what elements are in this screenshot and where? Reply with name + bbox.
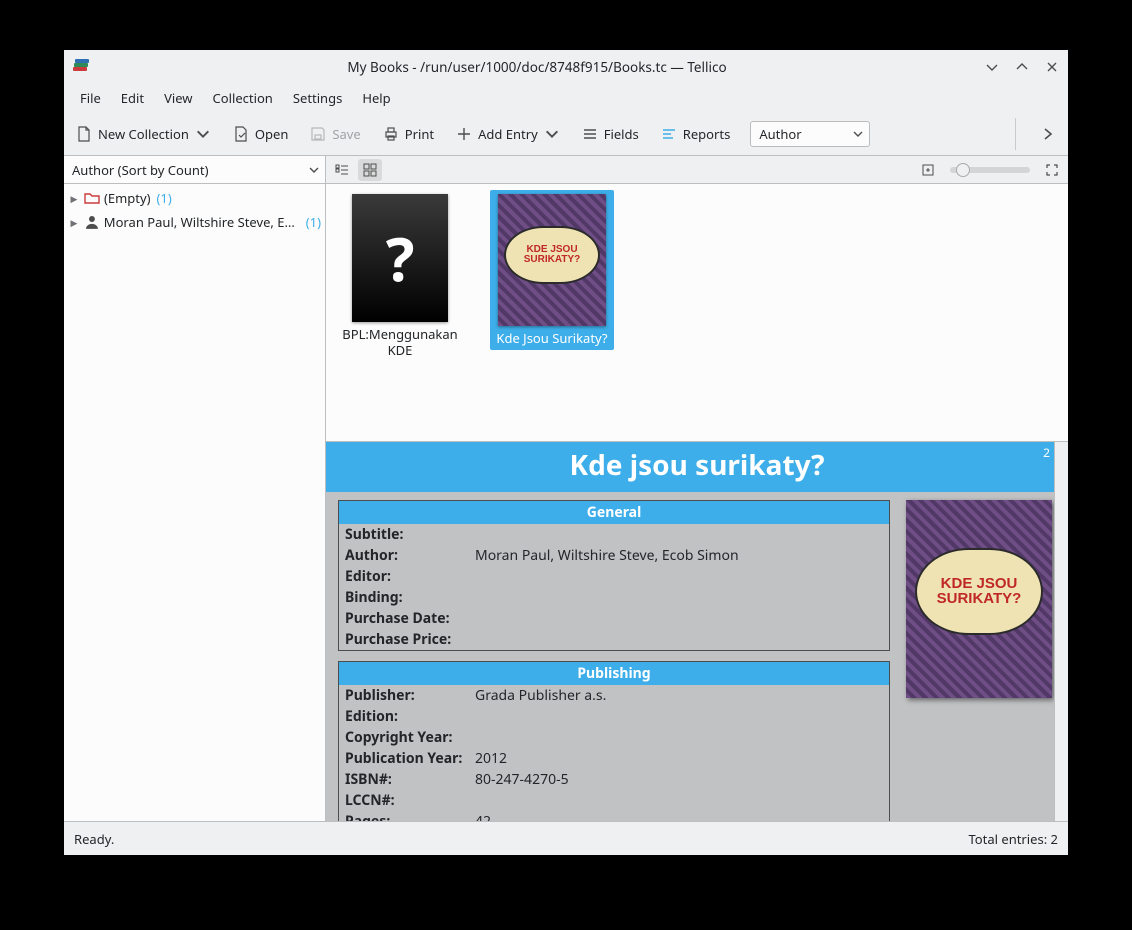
- list-icon: [582, 126, 598, 142]
- list-view-button[interactable]: [330, 159, 354, 181]
- gallery-item[interactable]: ? BPL:Menggunakan KDE: [338, 190, 462, 363]
- chevron-down-icon: [309, 165, 319, 175]
- menu-collection[interactable]: Collection: [203, 85, 283, 111]
- close-button[interactable]: [1044, 59, 1060, 75]
- zoom-full-button[interactable]: [1040, 159, 1064, 181]
- main-pane: ? BPL:Menggunakan KDE KDE JSOU SURIKATY?…: [326, 156, 1068, 821]
- print-icon: [383, 126, 399, 142]
- chevron-down-icon: [195, 126, 211, 142]
- gallery-item-caption: BPL:Menggunakan KDE: [342, 326, 458, 359]
- add-entry-button[interactable]: Add Entry: [454, 121, 562, 147]
- maximize-button[interactable]: [1014, 59, 1030, 75]
- folder-icon: [84, 190, 100, 206]
- fields-button[interactable]: Fields: [580, 121, 641, 147]
- menu-edit[interactable]: Edit: [111, 85, 154, 111]
- status-text: Ready.: [74, 830, 114, 848]
- gallery-item-caption: Kde Jsou Surikaty?: [496, 330, 607, 346]
- menu-help[interactable]: Help: [352, 85, 400, 111]
- icon-view-button[interactable]: [358, 159, 382, 181]
- new-collection-button[interactable]: New Collection: [74, 121, 213, 147]
- expander-icon[interactable]: ▶: [68, 192, 80, 205]
- entry-detail-pane: Kde jsou surikaty? 2 General Subtitle: A…: [326, 442, 1068, 821]
- detail-title: Kde jsou surikaty?: [326, 442, 1068, 492]
- open-button[interactable]: Open: [231, 121, 291, 147]
- document-new-icon: [76, 126, 92, 142]
- gallery-item-selected[interactable]: KDE JSOU SURIKATY? Kde Jsou Surikaty?: [490, 190, 614, 350]
- document-open-icon: [233, 126, 249, 142]
- app-icon: [72, 58, 90, 76]
- toolbar: New Collection Open Save Print Add Entry…: [64, 112, 1068, 156]
- menubar: File Edit View Collection Settings Help: [64, 84, 1068, 112]
- view-toolbar: [326, 156, 1068, 184]
- detail-entry-id: 2: [1043, 444, 1050, 461]
- save-button: Save: [308, 121, 362, 147]
- zoom-fit-button[interactable]: [916, 159, 940, 181]
- menu-view[interactable]: View: [154, 85, 202, 111]
- reports-button[interactable]: Reports: [659, 121, 733, 147]
- zoom-slider-handle[interactable]: [956, 163, 970, 177]
- general-infobox: General Subtitle: Author:Moran Paul, Wil…: [338, 500, 890, 651]
- chevron-down-icon: [853, 129, 863, 139]
- status-total-entries: Total entries: 2: [968, 830, 1058, 848]
- group-field-selector[interactable]: Author: [750, 121, 870, 147]
- sidebar: Author (Sort by Count) ▶ (Empty) (1) ▶ M…: [64, 156, 326, 821]
- chevron-down-icon: [544, 126, 560, 142]
- window-title: My Books - /run/user/1000/doc/8748f915/B…: [98, 58, 976, 76]
- menu-settings[interactable]: Settings: [283, 85, 352, 111]
- app-window: My Books - /run/user/1000/doc/8748f915/B…: [64, 50, 1068, 855]
- minimize-button[interactable]: [984, 59, 1000, 75]
- tree-row-author[interactable]: ▶ Moran Paul, Wiltshire Steve, Ec... (1): [64, 210, 325, 234]
- general-heading: General: [339, 501, 889, 524]
- plus-icon: [456, 126, 472, 142]
- publishing-infobox: Publishing Publisher:Grada Publisher a.s…: [338, 661, 890, 821]
- group-sort-selector[interactable]: Author (Sort by Count): [64, 156, 325, 184]
- cover-large: KDE JSOU SURIKATY?: [906, 500, 1052, 698]
- group-tree[interactable]: ▶ (Empty) (1) ▶ Moran Paul, Wiltshire St…: [64, 184, 325, 821]
- toolbar-overflow-button[interactable]: [1038, 127, 1058, 141]
- expander-icon[interactable]: ▶: [68, 216, 80, 229]
- zoom-slider[interactable]: [950, 167, 1030, 173]
- menu-file[interactable]: File: [70, 85, 111, 111]
- statusbar: Ready. Total entries: 2: [64, 821, 1068, 855]
- cover-placeholder-icon: ?: [352, 194, 448, 322]
- general-table: Subtitle: Author:Moran Paul, Wiltshire S…: [339, 524, 889, 650]
- publishing-heading: Publishing: [339, 662, 889, 685]
- person-icon: [84, 214, 100, 230]
- titlebar: My Books - /run/user/1000/doc/8748f915/B…: [64, 50, 1068, 84]
- report-icon: [661, 126, 677, 142]
- save-icon: [310, 126, 326, 142]
- cover-thumbnail: KDE JSOU SURIKATY?: [498, 194, 606, 326]
- tree-row-empty[interactable]: ▶ (Empty) (1): [64, 186, 325, 210]
- detail-scrollbar[interactable]: [1054, 442, 1068, 821]
- print-button[interactable]: Print: [381, 121, 436, 147]
- publishing-table: Publisher:Grada Publisher a.s. Edition: …: [339, 685, 889, 821]
- toolbar-separator: [1015, 118, 1016, 150]
- entry-gallery[interactable]: ? BPL:Menggunakan KDE KDE JSOU SURIKATY?…: [326, 184, 1068, 442]
